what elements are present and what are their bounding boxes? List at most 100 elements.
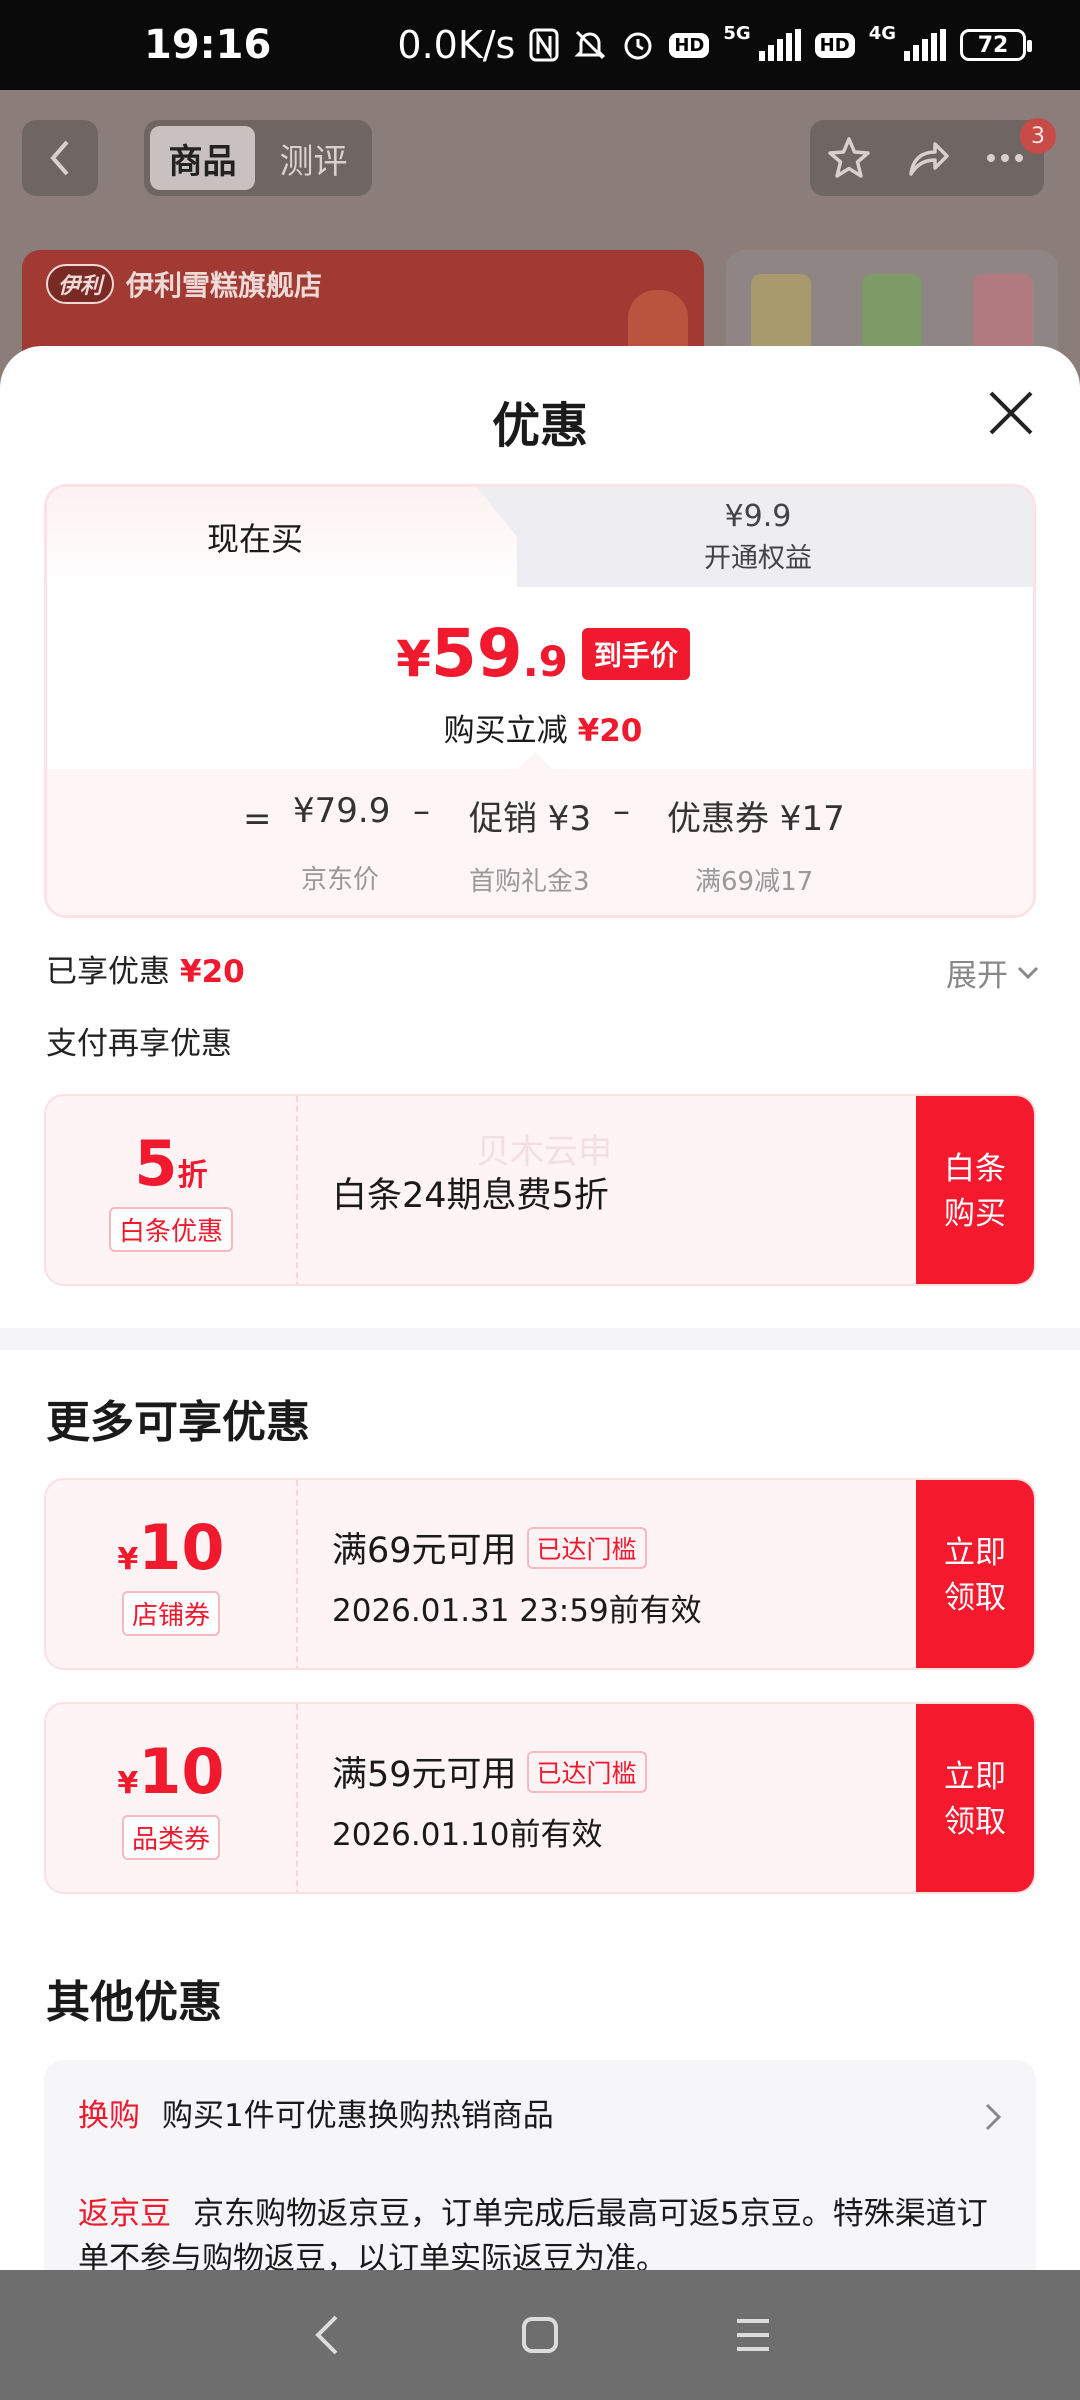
nav-menu-button[interactable]: [723, 2305, 783, 2365]
coupon-amount: 优惠券 ¥17: [667, 799, 845, 839]
buy-tabs: ¥9.9 开通权益 现在买: [47, 487, 1033, 587]
equals-sign: =: [243, 799, 272, 839]
more-discounts-title: 更多可享优惠: [46, 1397, 310, 1448]
product-tabs: 商品 测评: [144, 120, 372, 196]
trade-in-text: 购买1件可优惠换购热销商品: [162, 2098, 554, 2134]
baitiao-unit: 折: [177, 1157, 208, 1193]
coupon-currency: ¥: [117, 1541, 139, 1577]
battery-icon: 72: [960, 29, 1032, 61]
store-label: 伊利 伊利雪糕旗舰店: [46, 264, 322, 304]
nav-menu-icon: [737, 2319, 770, 2351]
trade-in-label: 换购: [78, 2098, 140, 2134]
claim-label: 立即领取: [944, 1535, 1006, 1616]
net-5g: 5G: [723, 23, 751, 44]
minus-sign-2: –: [613, 791, 630, 831]
mute-bell-icon: [573, 28, 607, 62]
nav-home-button[interactable]: [510, 2305, 570, 2365]
claim-label: 立即领取: [944, 1759, 1006, 1840]
coupon-condition-text: 满59元可用: [332, 1755, 517, 1795]
nfc-icon: [529, 28, 559, 62]
discount-sheet: 优惠 ¥9.9 开通权益 现在买 ¥ 59 .9 到手价 购买立减 ¥20 = ¥…: [0, 346, 1080, 2270]
nav-back-icon: [314, 2315, 338, 2355]
close-icon: [989, 391, 1033, 435]
back-icon: [50, 140, 69, 176]
price-integer: 59: [430, 615, 523, 692]
back-button[interactable]: [22, 120, 98, 196]
coupon-condition: 满69元可用 已达门槛: [332, 1522, 702, 1573]
breakdown-notch: [517, 751, 553, 771]
claim-coupon-button[interactable]: 立即领取: [916, 1480, 1034, 1668]
enjoyed-amount: ¥20: [180, 954, 245, 990]
chevron-down-icon: [1017, 966, 1039, 979]
final-price-tag: 到手价: [581, 627, 690, 680]
section-divider: [0, 1328, 1080, 1350]
coupon-type-tag: 店铺券: [121, 1590, 220, 1636]
price-card: ¥9.9 开通权益 现在买 ¥ 59 .9 到手价 购买立减 ¥20 = ¥79.…: [44, 484, 1036, 918]
baitiao-tag: 白条优惠: [108, 1206, 233, 1252]
price-currency: ¥: [396, 630, 431, 688]
chevron-right-icon[interactable]: [984, 2102, 1002, 2132]
membership-price: ¥9.9: [724, 499, 792, 534]
baitiao-discount: 5折: [134, 1132, 208, 1195]
brand-logo: 伊利: [46, 264, 115, 304]
store-name: 伊利雪糕旗舰店: [126, 269, 323, 302]
tab-membership[interactable]: ¥9.9 开通权益: [477, 487, 1033, 587]
minus-sign: –: [413, 791, 430, 831]
tab-buy-now[interactable]: 现在买: [47, 487, 517, 587]
instant-discount: 购买立减 ¥20: [47, 705, 1033, 750]
baitiao-card: 5折 白条优惠 贝木云申 白条24期息费5折 白条购买: [44, 1094, 1036, 1286]
trade-in-row[interactable]: 换购 购买1件可优惠换购热销商品: [78, 2094, 1002, 2139]
coupon-left: ¥10 店铺券: [46, 1480, 298, 1668]
coupon-expiry: 2026.01.31 23:59前有效: [332, 1593, 702, 1629]
coupon-currency: ¥: [117, 1765, 139, 1801]
net-4g: 4G: [868, 23, 896, 44]
expand-label: 展开: [946, 958, 1008, 994]
tab-review[interactable]: 测评: [261, 126, 366, 190]
price-decimal: .9: [522, 637, 568, 686]
final-price: ¥ 59 .9 到手价: [47, 615, 1033, 692]
coupon-amount: 10: [138, 1510, 225, 1584]
coupon-left: ¥10 品类券: [46, 1704, 298, 1892]
baitiao-desc-wrap: 白条24期息费5折: [332, 1096, 609, 1284]
status-icons: 0.0K/s HD 5G HD 4G 72: [397, 23, 1032, 67]
baitiao-buy-label: 白条购买: [944, 1151, 1006, 1232]
pay-extra-title: 支付再享优惠: [46, 1026, 232, 1062]
threshold-reached-badge: 已达门槛: [526, 1526, 647, 1569]
coupon-value: ¥10: [117, 1516, 224, 1579]
baitiao-desc: 白条24期息费5折: [332, 1175, 609, 1216]
tab-product[interactable]: 商品: [150, 126, 255, 190]
store-coupon-card: ¥10 店铺券 满69元可用 已达门槛 2026.01.31 23:59前有效 立…: [44, 1478, 1036, 1670]
net-speed: 0.0K/s: [397, 23, 516, 67]
signal-icon: [758, 29, 801, 61]
hd-badge-2: HD: [814, 32, 855, 58]
category-coupon-card: ¥10 品类券 满59元可用 已达门槛 2026.01.10前有效 立即领取: [44, 1702, 1036, 1894]
system-nav-bar: [0, 2270, 1080, 2400]
threshold-reached-badge: 已达门槛: [526, 1750, 647, 1793]
hd-badge: HD: [669, 32, 710, 58]
notification-badge: 3: [1020, 118, 1056, 154]
baitiao-left: 5折 白条优惠: [46, 1096, 298, 1284]
share-icon[interactable]: [903, 134, 951, 182]
sheet-title: 优惠: [491, 398, 588, 454]
jd-bean-row: 返京豆 京东购物返京豆，订单完成后最高可返5京豆。特殊渠道订单不参与购物返豆，以订…: [78, 2192, 1002, 2270]
claim-coupon-button[interactable]: 立即领取: [916, 1704, 1034, 1892]
nav-back-button[interactable]: [297, 2305, 357, 2365]
jd-price-label: 京东价: [301, 865, 380, 895]
star-icon[interactable]: [825, 134, 873, 182]
signal-icon-2: [904, 29, 946, 61]
jd-price: ¥79.9: [293, 791, 391, 831]
status-time: 19:16: [144, 22, 272, 68]
coupon-value: ¥10: [117, 1740, 224, 1803]
save-label: 购买立减: [443, 713, 568, 749]
other-discounts-title: 其他优惠: [46, 1977, 222, 2028]
jd-bean-text: 京东购物返京豆，订单完成后最高可返5京豆。特殊渠道订单不参与购物返豆，以订单实际…: [78, 2196, 988, 2270]
background-page: 商品 测评 3 伊利 伊利雪糕旗舰店: [0, 90, 1080, 400]
close-button[interactable]: [982, 384, 1040, 442]
expand-button[interactable]: 展开: [946, 950, 1040, 995]
coupon-rule-label: 满69减17: [695, 867, 814, 897]
baitiao-buy-button[interactable]: 白条购买: [916, 1096, 1034, 1284]
other-discounts-box: 换购 购买1件可优惠换购热销商品 返京豆 京东购物返京豆，订单完成后最高可返5京豆。…: [44, 2060, 1036, 2270]
alarm-icon: [621, 28, 655, 62]
coupon-info: 满69元可用 已达门槛 2026.01.31 23:59前有效: [332, 1480, 702, 1668]
membership-label: 开通权益: [704, 543, 812, 574]
